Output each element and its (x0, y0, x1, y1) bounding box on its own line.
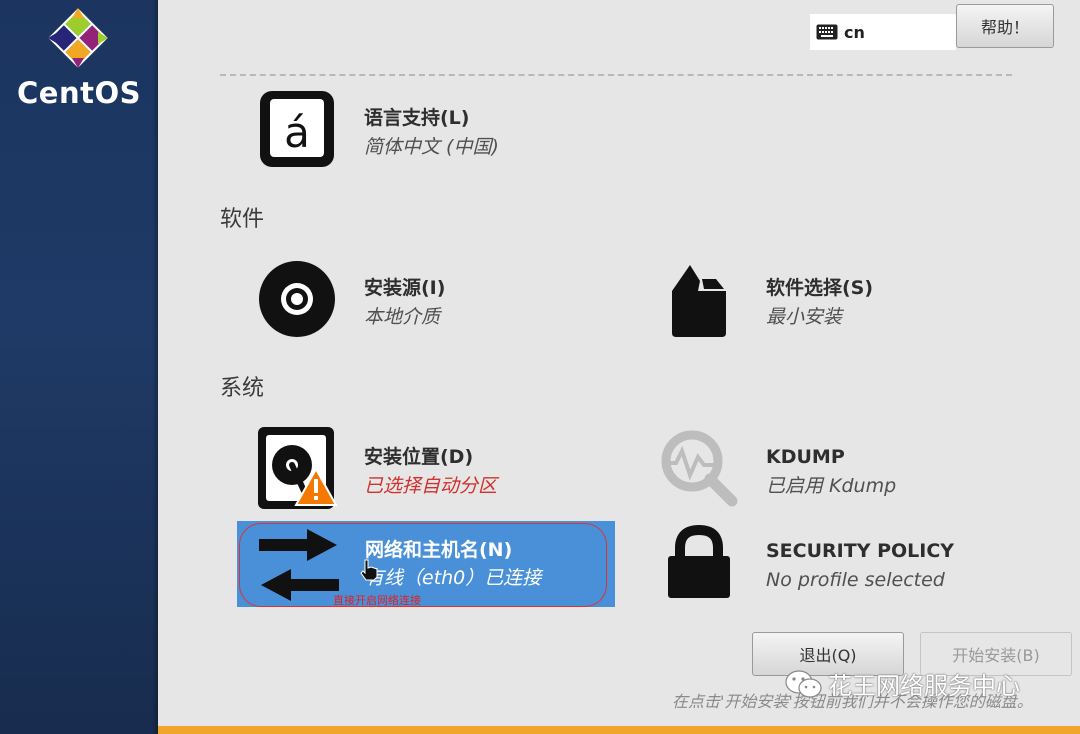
hard-drive-warning-icon (258, 427, 338, 509)
spoke-status: 已启用 Kdump (766, 475, 897, 497)
spoke-title: 语言支持(L) (364, 107, 470, 129)
keyboard-icon (816, 24, 838, 40)
watermark: 花王网络服务中心 (784, 666, 1020, 701)
help-button[interactable]: 帮助！ (956, 4, 1054, 48)
network-arrows-icon (259, 529, 339, 601)
wechat-icon (785, 669, 822, 698)
spoke-installation-destination[interactable]: 安装位置(D) 已选择自动分区 (256, 427, 497, 509)
spoke-title: 软件选择(S) (766, 277, 874, 299)
section-heading-software: 软件 (220, 207, 265, 232)
spoke-title: 安装位置(D) (364, 446, 474, 468)
divider (220, 74, 1012, 76)
spoke-title: KDUMP (766, 446, 845, 468)
spoke-software-selection[interactable]: 软件选择(S) 最小安装 (658, 258, 873, 340)
brand-name: CentOS (17, 76, 141, 110)
spoke-status: 本地介质 (364, 306, 441, 328)
magnifier-icon (661, 430, 738, 507)
spoke-status: No profile selected (766, 569, 945, 591)
spoke-kdump[interactable]: KDUMP 已启用 Kdump (658, 427, 896, 509)
spoke-network-hostname[interactable]: 网络和主机名(N) 有线（eth0）已连接 直接开启网络连接 (237, 521, 615, 607)
spoke-status: 有线（eth0）已连接 (365, 567, 542, 589)
installation-summary: cn 帮助！ á 语言支持(L) 简体中文 (中国) 软件 安装源(I) 本地介… (158, 0, 1080, 734)
disc-icon (259, 261, 335, 337)
progress-accent-bar (158, 726, 1080, 734)
sidebar: CentOS (0, 0, 158, 734)
section-heading-system: 系统 (220, 376, 265, 401)
package-icon (672, 265, 726, 337)
keyboard-layout-label: cn (844, 22, 865, 42)
lock-icon (668, 524, 730, 598)
spoke-security-policy[interactable]: SECURITY POLICY No profile selected (658, 521, 954, 603)
spoke-status: 最小安装 (766, 306, 843, 328)
centos-logo-icon (48, 8, 108, 68)
spoke-status: 简体中文 (中国) (364, 136, 499, 158)
spoke-status: 已选择自动分区 (364, 475, 498, 497)
spoke-title: SECURITY POLICY (766, 540, 955, 562)
watermark-text: 花王网络服务中心 (828, 672, 1020, 700)
svg-text:á: á (284, 108, 310, 157)
spoke-title: 安装源(I) (364, 277, 446, 299)
language-icon: á (260, 91, 334, 167)
spoke-installation-source[interactable]: 安装源(I) 本地介质 (256, 258, 445, 340)
keyboard-layout-indicator[interactable]: cn (810, 14, 956, 50)
annotation-note: 直接开启网络连接 (333, 594, 421, 607)
spoke-title: 网络和主机名(N) (365, 539, 513, 561)
hand-cursor-icon (360, 559, 378, 581)
spoke-language-support[interactable]: á 语言支持(L) 简体中文 (中国) (256, 88, 499, 170)
